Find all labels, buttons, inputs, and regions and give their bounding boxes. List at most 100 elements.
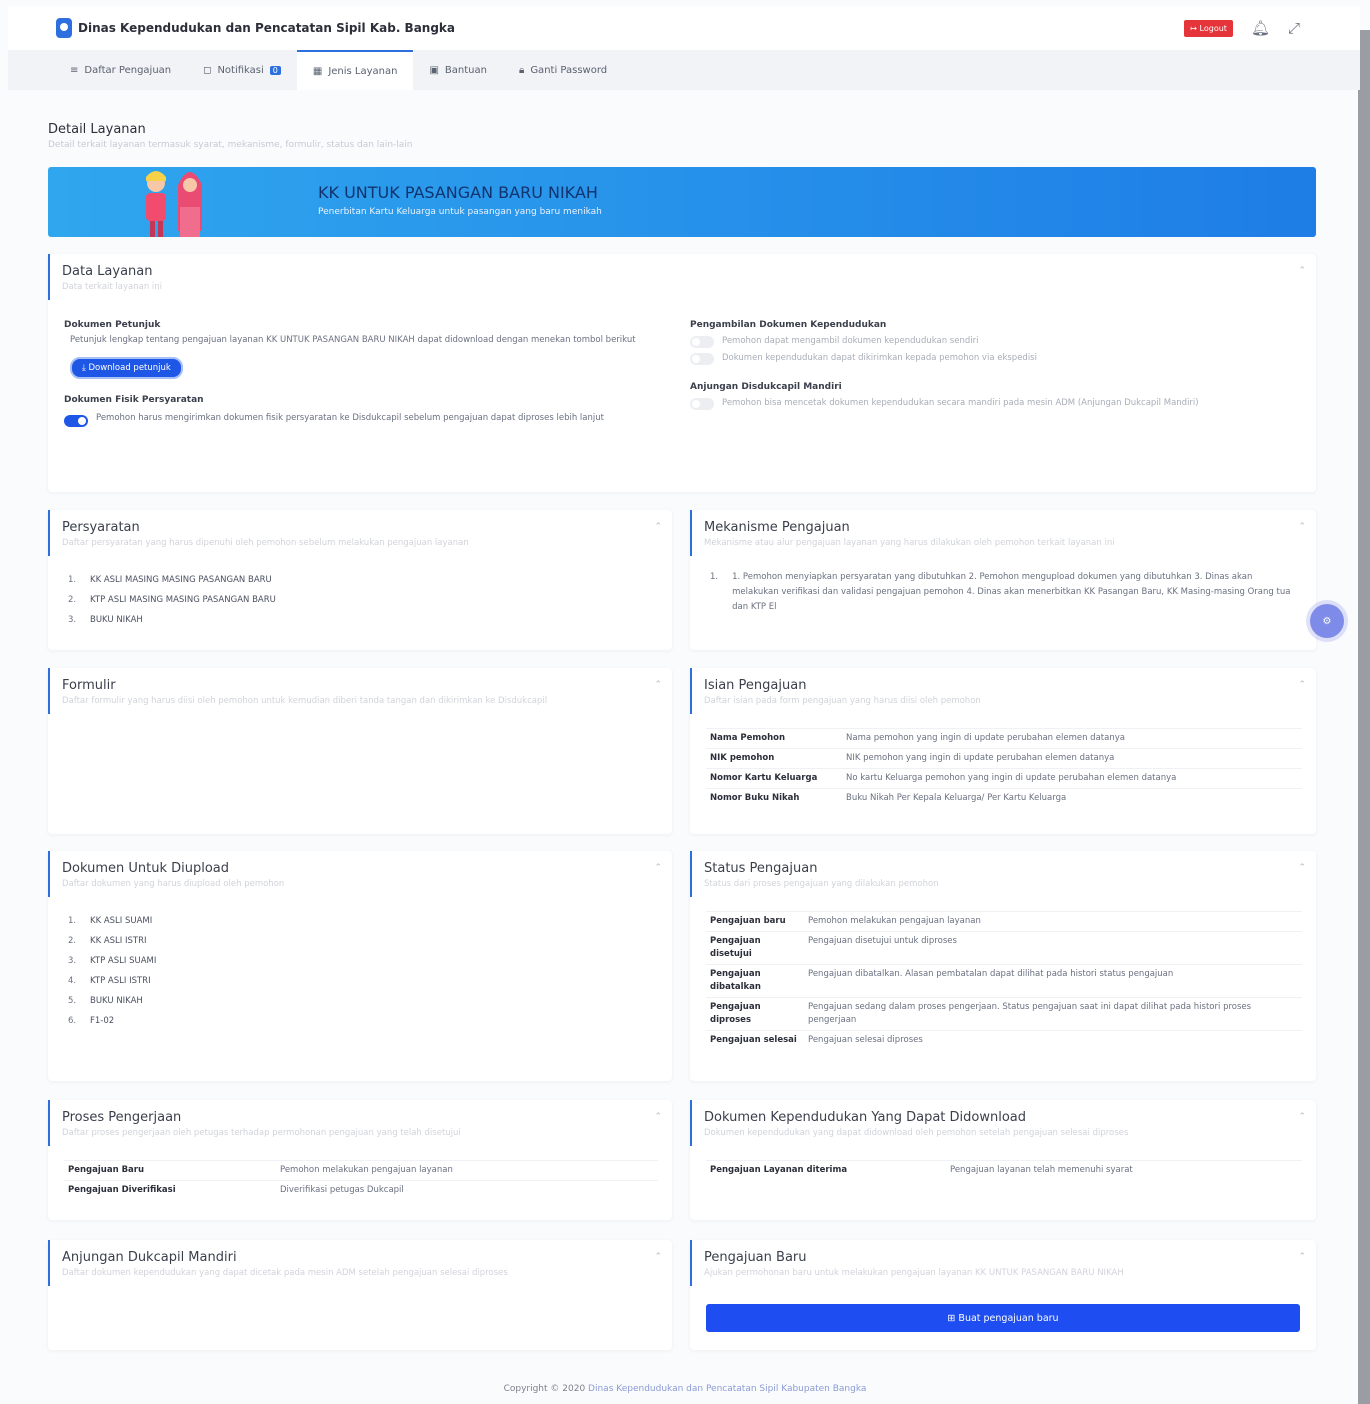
notification-badge: 0 bbox=[269, 65, 281, 75]
nav-bantuan[interactable]: ▣ Bantuan bbox=[413, 50, 503, 90]
download-guide-button[interactable]: ⤓ Download petunjuk bbox=[70, 357, 183, 379]
bell-icon[interactable]: 🔔︎ bbox=[1251, 19, 1270, 37]
page-subtitle: Detail terkait layanan termasuk syarat, … bbox=[48, 140, 413, 150]
form-fields-table: Nama Pemohon Nama pemohon yang ingin di u… bbox=[706, 728, 1302, 808]
collapse-icon[interactable]: ⌃ bbox=[654, 1252, 662, 1262]
page-title: Detail Layanan bbox=[48, 122, 146, 137]
collapse-icon[interactable]: ⌃ bbox=[1298, 1112, 1306, 1122]
process-table: Pengajuan Baru Pemohon melakukan pengajua… bbox=[64, 1160, 658, 1200]
toggle-text: Pemohon harus mengirimkan dokumen fisik … bbox=[96, 413, 604, 423]
item-text: BUKU NIKAH bbox=[90, 996, 143, 1006]
card-header: Mekanisme Pengajuan Mekanisme atau alur … bbox=[690, 510, 1316, 556]
nav-jenis-layanan[interactable]: ▦ Jenis Layanan bbox=[296, 50, 414, 90]
nav-label: Bantuan bbox=[444, 64, 487, 76]
card-subtitle: Daftar dokumen kependudukan yang dapat d… bbox=[62, 1268, 508, 1278]
nav-notifikasi[interactable]: ◻ Notifikasi 0 bbox=[187, 50, 297, 90]
process-desc: Pemohon melakukan pengajuan layanan bbox=[276, 1160, 658, 1181]
process-name: Pengajuan Diverifikasi bbox=[64, 1180, 276, 1200]
list-item: 2. KTP ASLI MASING MASING PASANGAN BARU bbox=[68, 595, 276, 605]
data-left-column: Dokumen Petunjuk Petunjuk lengkap tentan… bbox=[64, 320, 664, 427]
card-header: Anjungan Dukcapil Mandiri Daftar dokumen… bbox=[48, 1240, 672, 1286]
data-layanan-card: Data Layanan Data terkait layanan ini ⌃ … bbox=[48, 254, 1316, 492]
status-name: Pengajuan selesai bbox=[706, 1030, 804, 1050]
status-desc: Pengajuan selesai diproses bbox=[804, 1030, 1302, 1050]
upload-card: Dokumen Untuk Diupload Daftar dokumen ya… bbox=[48, 851, 672, 1081]
status-desc: Pengajuan disetujui untuk diproses bbox=[804, 931, 1302, 965]
help-icon: ▣ bbox=[429, 64, 439, 76]
card-title: Data Layanan bbox=[62, 264, 153, 279]
table-row: Pengajuan selesai Pengajuan selesai dipro… bbox=[706, 1030, 1302, 1050]
card-subtitle: Mekanisme atau alur pengajuan layanan ya… bbox=[704, 538, 1115, 548]
collapse-icon[interactable]: ⌃ bbox=[1298, 863, 1306, 873]
anjungan-card: Anjungan Dukcapil Mandiri Daftar dokumen… bbox=[48, 1240, 672, 1350]
mekanisme-card: Mekanisme Pengajuan Mekanisme atau alur … bbox=[690, 510, 1316, 650]
card-header: Isian Pengajuan Daftar isian pada form p… bbox=[690, 668, 1316, 714]
main-nav: ≡ Daftar Pengajuan ◻ Notifikasi 0 ▦ Jenis La… bbox=[8, 50, 1360, 90]
adm-toggle[interactable] bbox=[690, 397, 714, 410]
collapse-icon[interactable]: ⌃ bbox=[654, 1112, 662, 1122]
toggle-text: Pemohon dapat mengambil dokumen kependud… bbox=[722, 336, 979, 346]
card-title: Anjungan Dukcapil Mandiri bbox=[62, 1250, 237, 1265]
table-row: Pengajuan Diverifikasi Diverifikasi petug… bbox=[64, 1180, 658, 1200]
item-text: BUKU NIKAH bbox=[90, 615, 143, 625]
nav-daftar-pengajuan[interactable]: ≡ Daftar Pengajuan bbox=[54, 50, 187, 90]
new-submission-button[interactable]: ⊞ Buat pengajuan baru bbox=[706, 1304, 1300, 1332]
card-title: Pengajuan Baru bbox=[704, 1250, 807, 1265]
collapse-icon[interactable]: ⌃ bbox=[1298, 680, 1306, 690]
table-row: Pengajuan disetujui Pengajuan disetujui u… bbox=[706, 931, 1302, 965]
data-right-column: Pengambilan Dokumen Kependudukan Pemohon… bbox=[690, 320, 1290, 411]
download-docs-card: Dokumen Kependudukan Yang Dapat Didownlo… bbox=[690, 1100, 1316, 1220]
formulir-card: Formulir Daftar formulir yang harus diis… bbox=[48, 668, 672, 834]
service-title: KK UNTUK PASANGAN BARU NIKAH bbox=[318, 183, 598, 202]
card-title: Status Pengajuan bbox=[704, 861, 818, 876]
logout-button[interactable]: ↦ Logout bbox=[1184, 19, 1233, 37]
table-row: Pengajuan Baru Pemohon melakukan pengajua… bbox=[64, 1160, 658, 1181]
collapse-icon[interactable]: ⌃ bbox=[654, 680, 662, 690]
service-banner: KK UNTUK PASANGAN BARU NIKAH Penerbitan … bbox=[48, 167, 1316, 237]
footer: Copyright © 2020 Dinas Kependudukan dan … bbox=[0, 1384, 1370, 1394]
collapse-icon[interactable]: ⌃ bbox=[1298, 1252, 1306, 1262]
item-text: KTP ASLI MASING MASING PASANGAN BARU bbox=[90, 595, 276, 605]
collapse-icon[interactable]: ⌃ bbox=[654, 863, 662, 873]
upload-list: 1. KK ASLI SUAMI 2. KK ASLI ISTRI 3. KTP AS… bbox=[68, 911, 672, 1031]
nav-label: Ganti Password bbox=[530, 64, 608, 76]
bell-outline-icon: ◻ bbox=[203, 64, 212, 76]
self-pickup-toggle[interactable] bbox=[690, 335, 714, 348]
card-subtitle: Daftar isian pada form pengajuan yang ha… bbox=[704, 696, 981, 706]
section-label: Anjungan Disdukcapil Mandiri bbox=[690, 382, 842, 392]
copyright-text: Copyright © 2020 bbox=[503, 1384, 586, 1394]
item-text: KTP ASLI ISTRI bbox=[90, 976, 151, 986]
card-subtitle: Status dari proses pengajuan yang dilaku… bbox=[704, 879, 939, 889]
settings-fab-icon[interactable]: ⚙ bbox=[1310, 604, 1344, 638]
list-item: 1. KK ASLI MASING MASING PASANGAN BARU bbox=[68, 575, 272, 585]
section-label: Dokumen Petunjuk bbox=[64, 320, 161, 330]
item-text: F1-02 bbox=[90, 1016, 115, 1026]
physical-docs-toggle[interactable] bbox=[64, 415, 88, 427]
nav-label: Jenis Layanan bbox=[328, 65, 398, 77]
list-item: 1. KK ASLI SUAMI bbox=[68, 916, 153, 926]
fullscreen-icon[interactable]: ⤢ bbox=[1288, 19, 1300, 37]
collapse-icon[interactable]: ⌃ bbox=[1298, 266, 1306, 276]
expedition-toggle[interactable] bbox=[690, 352, 714, 365]
collapse-icon[interactable]: ⌃ bbox=[654, 522, 662, 532]
card-title: Dokumen Kependudukan Yang Dapat Didownlo… bbox=[704, 1110, 1026, 1125]
card-subtitle: Daftar persyaratan yang harus dipenuhi o… bbox=[62, 538, 469, 548]
nav-ganti-password[interactable]: 🔒︎ Ganti Password bbox=[503, 50, 623, 90]
org-link[interactable]: Dinas Kependudukan dan Pencatatan Sipil … bbox=[588, 1384, 866, 1394]
card-subtitle: Dokumen kependudukan yang dapat didownlo… bbox=[704, 1128, 1129, 1138]
card-subtitle: Data terkait layanan ini bbox=[62, 282, 163, 292]
top-bar: Dinas Kependudukan dan Pencatatan Sipil … bbox=[8, 6, 1360, 50]
card-subtitle: Daftar proses pengerjaan oleh petugas te… bbox=[62, 1128, 461, 1138]
logout-label: Logout bbox=[1199, 23, 1227, 33]
service-subtitle: Penerbitan Kartu Keluarga untuk pasangan… bbox=[318, 207, 602, 217]
status-table: Pengajuan baru Pemohon melakukan pengajua… bbox=[706, 911, 1302, 1050]
list-icon: ≡ bbox=[70, 64, 79, 76]
collapse-icon[interactable]: ⌃ bbox=[1298, 522, 1306, 532]
card-title: Dokumen Untuk Diupload bbox=[62, 861, 230, 876]
download-docs-table: Pengajuan Layanan diterima Pengajuan laya… bbox=[706, 1160, 1302, 1180]
status-desc: Pengajuan sedang dalam proses pengerjaan… bbox=[804, 997, 1302, 1031]
page-scrollbar[interactable] bbox=[1358, 30, 1370, 1404]
table-row: Nomor Kartu Keluarga No kartu Keluarga pe… bbox=[706, 768, 1302, 789]
card-title: Formulir bbox=[62, 678, 116, 693]
requirements-list: 1. KK ASLI MASING MASING PASANGAN BARU 2.… bbox=[68, 570, 672, 630]
